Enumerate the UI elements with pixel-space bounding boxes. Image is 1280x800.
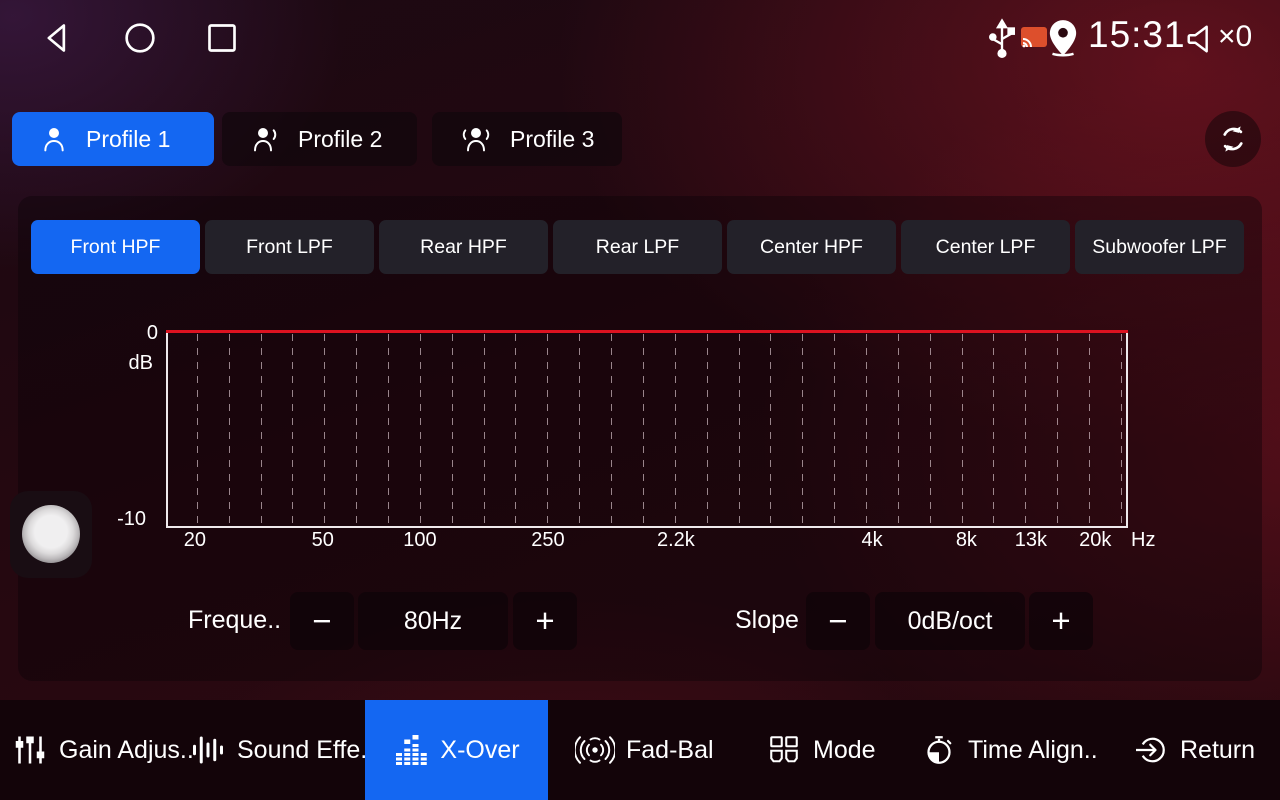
nav-xover[interactable]: X-Over (365, 700, 548, 800)
tab-label: Front HPF (71, 236, 161, 259)
volume-muted-icon (1184, 22, 1218, 56)
slope-value: 0dB/oct (875, 592, 1025, 650)
x-tick-label: 250 (531, 529, 564, 552)
profile-label: Profile 1 (86, 126, 170, 153)
cast-icon (1021, 27, 1047, 49)
x-tick-label: 2.2k (657, 529, 695, 552)
x-tick-label: 13k (1015, 529, 1047, 552)
sound-wave-icon (190, 732, 226, 768)
tab-label: Rear HPF (420, 236, 507, 259)
x-axis-unit: Hz (1131, 529, 1155, 552)
status-bar: 15:31 ×0 (0, 0, 1280, 78)
minus-icon: − (828, 602, 847, 640)
stopwatch-icon (921, 732, 957, 768)
usb-icon (986, 18, 1018, 60)
nav-label: Fad-Bal (626, 736, 714, 765)
home-icon[interactable] (120, 18, 160, 58)
tab-center-lpf[interactable]: Center LPF (901, 220, 1070, 274)
nav-label: Time Align.. (968, 736, 1098, 765)
nav-label: Gain Adjus.. (59, 736, 194, 765)
x-tick-label: 50 (312, 529, 334, 552)
knob-plate (10, 491, 92, 578)
mode-grid-icon (766, 732, 802, 768)
clock: 15:31 (1088, 14, 1186, 56)
tab-label: Center HPF (760, 236, 863, 259)
frequency-response-plot (166, 330, 1128, 528)
x-tick-label: 20 (184, 529, 206, 552)
tab-label: Subwoofer LPF (1092, 236, 1226, 259)
fader-balance-icon (575, 732, 615, 768)
recents-icon[interactable] (202, 18, 242, 58)
tab-subwoofer-lpf[interactable]: Subwoofer LPF (1075, 220, 1244, 274)
profile-label: Profile 3 (510, 126, 594, 153)
return-arrow-icon (1133, 732, 1169, 768)
volume-level: ×0 (1218, 20, 1252, 54)
person-waves-icon (458, 123, 494, 155)
plus-icon: + (1051, 602, 1070, 640)
tab-rear-hpf[interactable]: Rear HPF (379, 220, 548, 274)
plus-icon: + (535, 602, 554, 640)
rotary-knob[interactable] (22, 505, 80, 563)
tab-front-hpf[interactable]: Front HPF (31, 220, 200, 274)
nav-label: Sound Effe.. (237, 736, 374, 765)
gain-sliders-icon (12, 732, 48, 768)
tab-front-lpf[interactable]: Front LPF (205, 220, 374, 274)
sync-icon (1215, 121, 1251, 157)
nav-return[interactable]: Return (1133, 700, 1255, 800)
x-tick-label: 100 (403, 529, 436, 552)
tab-center-hpf[interactable]: Center HPF (727, 220, 896, 274)
profile-1-button[interactable]: Profile 1 (12, 112, 214, 166)
profile-3-button[interactable]: Profile 3 (432, 112, 622, 166)
nav-label: X-Over (440, 736, 519, 765)
person-wave-icon (248, 123, 282, 155)
slope-minus-button[interactable]: − (806, 592, 870, 650)
y-tick-min: -10 (106, 508, 146, 531)
x-tick-label: 4k (862, 529, 883, 552)
equalizer-bars-icon (393, 732, 429, 768)
frequency-plus-button[interactable]: + (513, 592, 577, 650)
nav-mode[interactable]: Mode (766, 700, 876, 800)
slope-plus-button[interactable]: + (1029, 592, 1093, 650)
xover-panel: Front HPF Front LPF Rear HPF Rear LPF Ce… (18, 196, 1262, 681)
response-curve (166, 330, 1128, 333)
nav-fad-bal[interactable]: Fad-Bal (575, 700, 714, 800)
sync-button[interactable] (1205, 111, 1261, 167)
nav-time-align[interactable]: Time Align.. (921, 700, 1098, 800)
tab-label: Front LPF (246, 236, 333, 259)
tab-rear-lpf[interactable]: Rear LPF (553, 220, 722, 274)
x-axis-ticks: 20 50 100 250 2.2k 4k 8k 13k 20k (166, 526, 1128, 556)
nav-label: Return (1180, 736, 1255, 765)
x-tick-label: 20k (1079, 529, 1111, 552)
nav-sound-effects[interactable]: Sound Effe.. (190, 700, 374, 800)
back-icon[interactable] (38, 18, 78, 58)
y-tick-0: 0 (118, 322, 158, 345)
y-axis-unit: dB (113, 352, 153, 375)
tab-label: Rear LPF (596, 236, 679, 259)
profile-2-button[interactable]: Profile 2 (222, 112, 417, 166)
nav-gain-adjust[interactable]: Gain Adjus.. (12, 700, 194, 800)
minus-icon: − (312, 602, 331, 640)
bottom-nav: Gain Adjus.. Sound Effe.. (0, 700, 1280, 800)
nav-label: Mode (813, 736, 876, 765)
person-icon (38, 123, 70, 155)
slope-label: Slope (735, 606, 799, 635)
x-tick-label: 8k (956, 529, 977, 552)
location-icon (1046, 18, 1080, 58)
frequency-value: 80Hz (358, 592, 508, 650)
tab-label: Center LPF (936, 236, 1036, 259)
frequency-label: Freque.. (188, 606, 281, 635)
frequency-minus-button[interactable]: − (290, 592, 354, 650)
screen: 15:31 ×0 Profile 1 Profile 2 (0, 0, 1280, 800)
profile-label: Profile 2 (298, 126, 382, 153)
